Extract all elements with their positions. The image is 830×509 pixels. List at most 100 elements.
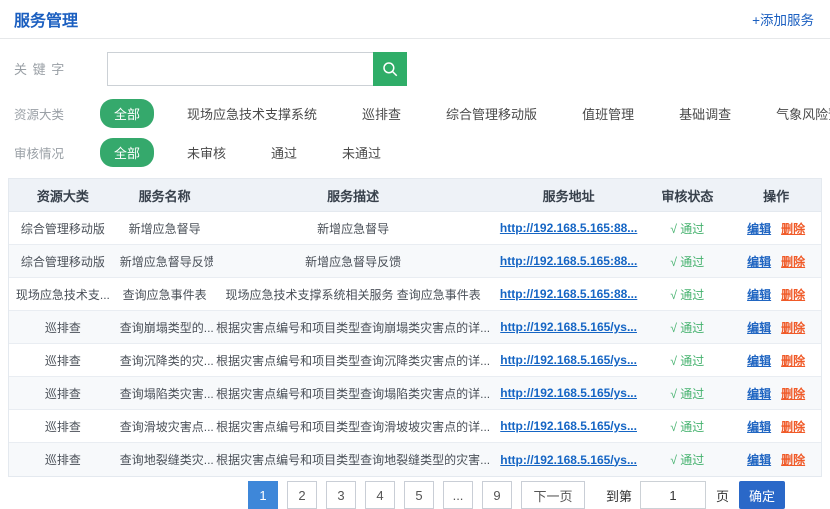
page-buttons: 12345... 9: [248, 481, 521, 509]
cell-audit-status: √ 通过: [643, 385, 731, 402]
filter-options-audit-status: 全部未审核通过未通过: [100, 138, 414, 167]
page-button[interactable]: 5: [404, 481, 434, 509]
page-button[interactable]: 9: [482, 481, 512, 509]
page-header: 服务管理 +添加服务: [0, 0, 830, 39]
filter-option[interactable]: 通过: [259, 138, 309, 167]
delete-link[interactable]: 删除: [781, 255, 805, 269]
cell-category: 巡排查: [9, 451, 117, 468]
page-button[interactable]: 4: [365, 481, 395, 509]
delete-link[interactable]: 删除: [781, 288, 805, 302]
status-badge: √ 通过: [670, 354, 704, 368]
service-url-link[interactable]: http://192.168.5.165:88...: [500, 287, 637, 301]
table-row: 巡排查查询地裂缝类灾...根据灾害点编号和项目类型查询地裂缝类型的灾害...ht…: [9, 443, 821, 476]
page-title: 服务管理: [14, 7, 78, 31]
delete-link[interactable]: 删除: [781, 222, 805, 236]
table-row: 综合管理移动版新增应急督导新增应急督导http://192.168.5.165:…: [9, 212, 821, 245]
delete-link[interactable]: 删除: [781, 354, 805, 368]
ellipsis-page-button[interactable]: ...: [443, 481, 473, 509]
next-page-button[interactable]: 下一页: [521, 481, 585, 509]
cell-service-name: 查询应急事件表: [117, 286, 213, 303]
cell-actions: 编辑删除: [731, 418, 821, 435]
add-service-button[interactable]: +添加服务: [752, 9, 814, 29]
edit-link[interactable]: 编辑: [747, 453, 771, 467]
service-url-link[interactable]: http://192.168.5.165/ys...: [500, 386, 637, 400]
edit-link[interactable]: 编辑: [747, 354, 771, 368]
filter-option[interactable]: 气象风险预警系统: [764, 99, 830, 128]
service-url-link[interactable]: http://192.168.5.165/ys...: [500, 320, 637, 334]
table-row: 现场应急技术支...查询应急事件表现场应急技术支撑系统相关服务 查询应急事件表h…: [9, 278, 821, 311]
cell-service-description: 根据灾害点编号和项目类型查询崩塌类灾害点的详...: [213, 319, 494, 336]
cell-service-description: 根据灾害点编号和项目类型查询塌陷类灾害点的详...: [213, 385, 494, 402]
edit-link[interactable]: 编辑: [747, 222, 771, 236]
cell-service-description: 现场应急技术支撑系统相关服务 查询应急事件表: [213, 286, 494, 303]
cell-actions: 编辑删除: [731, 451, 821, 468]
service-url-link[interactable]: http://192.168.5.165/ys...: [500, 419, 637, 433]
cell-service-url: http://192.168.5.165/ys...: [494, 386, 644, 400]
cell-actions: 编辑删除: [731, 286, 821, 303]
edit-link[interactable]: 编辑: [747, 288, 771, 302]
filter-option[interactable]: 未审核: [175, 138, 238, 167]
page-button[interactable]: 2: [287, 481, 317, 509]
cell-actions: 编辑删除: [731, 319, 821, 336]
edit-link[interactable]: 编辑: [747, 321, 771, 335]
filter-row-audit-status: 审核情况 全部未审核通过未通过: [14, 139, 830, 165]
cell-service-url: http://192.168.5.165:88...: [494, 287, 644, 301]
search-row: 关 键 字: [14, 51, 830, 86]
cell-actions: 编辑删除: [731, 253, 821, 270]
page-button[interactable]: 3: [326, 481, 356, 509]
table-row: 巡排查查询滑坡灾害点...根据灾害点编号和项目类型查询滑坡坡灾害点的详...ht…: [9, 410, 821, 443]
cell-actions: 编辑删除: [731, 352, 821, 369]
table-row: 巡排查查询沉降类的灾...根据灾害点编号和项目类型查询沉降类灾害点的详...ht…: [9, 344, 821, 377]
delete-link[interactable]: 删除: [781, 321, 805, 335]
table-row: 巡排查查询崩塌类型的...根据灾害点编号和项目类型查询崩塌类灾害点的详...ht…: [9, 311, 821, 344]
cell-audit-status: √ 通过: [643, 418, 731, 435]
search-box: [107, 52, 407, 86]
confirm-page-button[interactable]: 确定: [739, 481, 785, 509]
search-button[interactable]: [373, 52, 407, 86]
filter-option-selected[interactable]: 全部: [100, 99, 154, 128]
cell-service-url: http://192.168.5.165/ys...: [494, 320, 644, 334]
filter-option[interactable]: 值班管理: [570, 99, 646, 128]
filter-option[interactable]: 未通过: [330, 138, 393, 167]
filter-option[interactable]: 综合管理移动版: [434, 99, 549, 128]
filter-options-resource-type: 全部现场应急技术支撑系统巡排查综合管理移动版值班管理基础调查气象风险预警系统: [100, 99, 830, 128]
edit-link[interactable]: 编辑: [747, 420, 771, 434]
cell-audit-status: √ 通过: [643, 451, 731, 468]
service-url-link[interactable]: http://192.168.5.165/ys...: [500, 453, 637, 467]
cell-category: 综合管理移动版: [9, 220, 117, 237]
delete-link[interactable]: 删除: [781, 420, 805, 434]
status-badge: √ 通过: [670, 222, 704, 236]
header-cell: 操作: [731, 186, 821, 205]
cell-category: 巡排查: [9, 352, 117, 369]
filter-option-selected[interactable]: 全部: [100, 138, 154, 167]
service-url-link[interactable]: http://192.168.5.165/ys...: [500, 353, 637, 367]
cell-category: 巡排查: [9, 385, 117, 402]
cell-audit-status: √ 通过: [643, 220, 731, 237]
filter-label-audit-status: 审核情况: [14, 143, 86, 162]
service-url-link[interactable]: http://192.168.5.165:88...: [500, 221, 637, 235]
cell-service-name: 查询沉降类的灾...: [117, 352, 213, 369]
service-url-link[interactable]: http://192.168.5.165:88...: [500, 254, 637, 268]
cell-audit-status: √ 通过: [643, 319, 731, 336]
filter-option[interactable]: 巡排查: [350, 99, 413, 128]
goto-page-input[interactable]: [640, 481, 706, 509]
status-badge: √ 通过: [670, 420, 704, 434]
filter-label-resource-type: 资源大类: [14, 104, 86, 123]
filter-option[interactable]: 基础调查: [667, 99, 743, 128]
edit-link[interactable]: 编辑: [747, 387, 771, 401]
keyword-label: 关 键 字: [14, 59, 86, 78]
header-cell: 审核状态: [643, 186, 731, 205]
cell-actions: 编辑删除: [731, 220, 821, 237]
filter-option[interactable]: 现场应急技术支撑系统: [175, 99, 329, 128]
cell-service-name: 新增应急督导: [117, 220, 213, 237]
cell-service-url: http://192.168.5.165:88...: [494, 221, 644, 235]
cell-service-url: http://192.168.5.165/ys...: [494, 453, 644, 467]
table-header-row: 资源大类服务名称服务描述服务地址审核状态操作: [9, 179, 821, 212]
delete-link[interactable]: 删除: [781, 453, 805, 467]
search-input[interactable]: [107, 52, 373, 86]
edit-link[interactable]: 编辑: [747, 255, 771, 269]
cell-audit-status: √ 通过: [643, 253, 731, 270]
page-button-active[interactable]: 1: [248, 481, 278, 509]
header-cell: 服务地址: [494, 186, 644, 205]
delete-link[interactable]: 删除: [781, 387, 805, 401]
